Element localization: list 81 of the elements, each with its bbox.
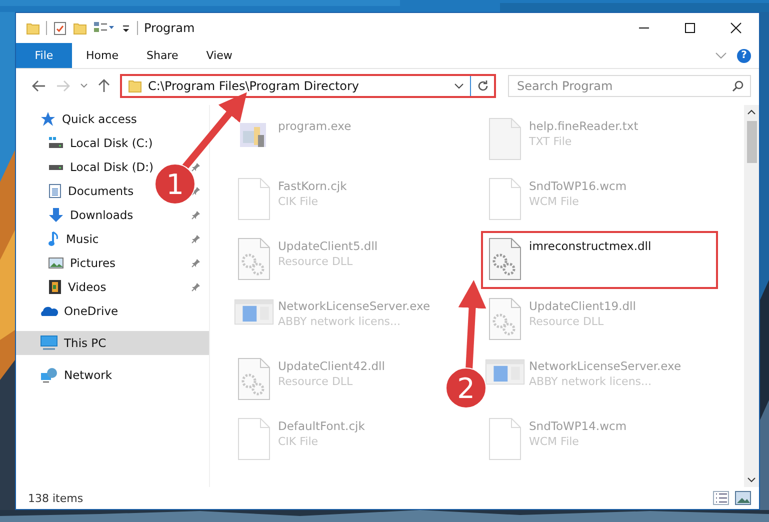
monitor-icon [40, 335, 58, 351]
ribbon-tab[interactable]: Home [72, 43, 132, 68]
file-type: WCM File [529, 435, 579, 448]
help-button[interactable]: ? [737, 48, 751, 62]
dropdown-caret-icon[interactable] [454, 83, 464, 89]
recent-caret-icon[interactable] [80, 83, 88, 89]
file-type: Resource DLL [278, 255, 353, 268]
drive-icon [48, 136, 64, 150]
pin-icon[interactable] [191, 258, 201, 268]
gears-file-icon [237, 357, 271, 401]
expand-ribbon-icon[interactable] [715, 52, 727, 60]
file-type: WCM File [529, 195, 579, 208]
blank-file-icon [488, 417, 522, 461]
item-count: 138 items [28, 492, 84, 504]
blank-file-icon [488, 177, 522, 221]
address-path: C:\Program Files\Program Directory [148, 79, 360, 93]
ribbon-tab[interactable]: Share [132, 43, 192, 68]
pin-icon[interactable] [191, 186, 201, 196]
document-icon [48, 183, 62, 199]
up-arrow-icon[interactable] [98, 79, 110, 93]
pin-icon[interactable] [191, 234, 201, 244]
sidebar-item[interactable]: Pictures [48, 256, 116, 270]
refresh-icon[interactable] [477, 80, 489, 92]
sidebar-item[interactable]: Quick access [40, 111, 137, 127]
number-badge: 1 [154, 164, 196, 204]
gears-file-icon [488, 297, 522, 341]
scrollbar[interactable] [744, 105, 759, 487]
sidebar-item[interactable]: Downloads [48, 207, 134, 223]
drive-icon [48, 164, 64, 170]
window-title: Program [144, 21, 195, 35]
blank-file-icon [237, 177, 271, 221]
scroll-up-icon[interactable] [747, 109, 756, 115]
sidebar-item[interactable]: OneDrive [40, 304, 118, 318]
file-type: CIK File [278, 435, 318, 448]
sidebar-item[interactable]: Documents [48, 183, 134, 199]
file-type: CIK File [278, 195, 318, 208]
blank-file-icon [237, 417, 271, 461]
address-bar[interactable]: C:\Program Files\Program Directory [120, 74, 496, 98]
file-type: ABBY network licens... [529, 375, 652, 388]
search-field[interactable]: Search Program [508, 75, 751, 97]
pin-icon[interactable] [191, 282, 201, 292]
download-arrow-icon [48, 207, 64, 223]
file-type: Resource DLL [278, 375, 353, 388]
close-icon [730, 22, 742, 34]
ribbon-tab[interactable]: View [192, 43, 246, 68]
sidebar-item[interactable]: This PC [16, 331, 209, 355]
sidebar-item[interactable]: Local Disk (D:) [48, 160, 154, 174]
file-name: imreconstructmex.dll [529, 239, 652, 253]
film-icon [48, 279, 62, 295]
properties-icon[interactable] [53, 20, 67, 36]
file-type: Resource DLL [529, 315, 604, 328]
file-type: TXT File [529, 135, 572, 148]
scroll-down-icon[interactable] [747, 477, 756, 483]
star-icon [40, 111, 56, 127]
sidebar-item[interactable]: Network [40, 367, 112, 383]
details-view-icon[interactable] [713, 491, 729, 505]
search-icon [732, 80, 744, 92]
view-list-icon[interactable] [93, 21, 115, 35]
app-window-icon [234, 297, 274, 327]
number-badge: 2 [446, 368, 486, 408]
sidebar-item[interactable]: Music [48, 231, 99, 247]
cloud-icon [40, 305, 58, 317]
file-item[interactable]: imreconstructmex.dll [481, 231, 718, 289]
app-window-icon [485, 357, 525, 387]
sidebar-item[interactable]: Local Disk (C:) [48, 136, 153, 150]
network-icon [40, 367, 58, 383]
thumbnail-view-icon[interactable] [735, 491, 751, 505]
text-file-icon [488, 117, 522, 161]
gears-file-icon [488, 237, 522, 281]
back-arrow-icon[interactable] [32, 80, 46, 92]
file-tab[interactable]: File [16, 43, 72, 68]
sidebar-item[interactable]: Videos [48, 279, 106, 295]
maximize-icon [684, 22, 696, 34]
folder-icon [128, 79, 142, 93]
pin-icon[interactable] [191, 162, 201, 172]
file-type: ABBY network licens... [278, 315, 401, 328]
music-note-icon [48, 231, 60, 247]
scroll-thumb[interactable] [746, 121, 756, 163]
landscape-icon [48, 256, 64, 270]
pin-icon[interactable] [191, 210, 201, 220]
gears-file-icon [237, 237, 271, 281]
